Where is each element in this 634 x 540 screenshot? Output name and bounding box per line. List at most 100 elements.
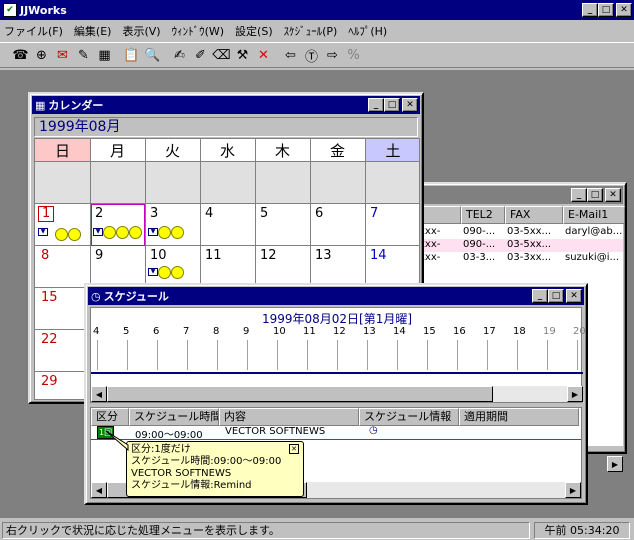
day-cell-8[interactable]: 8 [41,248,49,263]
scroll-thumb[interactable] [107,386,493,402]
calendar-titlebar: ▦ カレンダー _ □ ✕ [32,96,420,114]
hour-label: 20 [573,326,586,337]
phone-icon[interactable]: ☎ [10,45,31,65]
day-cell-1[interactable]: 1 [38,206,55,222]
menu-bar: ファイル(F) 編集(E) 表示(V) ｳｨﾝﾄﾞｳ(W) 設定(S) ｽｹｼﾞ… [0,22,634,40]
day-cell-22[interactable]: 22 [41,332,58,347]
column-header[interactable] [419,206,461,224]
note-icon[interactable]: ✍ [169,45,190,65]
hour-label: 5 [123,326,130,337]
column-header-tel2[interactable]: TEL2 [461,206,505,224]
scroll-right-button[interactable]: ▶ [565,482,581,498]
status-clock: 午前 05:34:20 [534,522,630,539]
table-row[interactable]: xxx- 090-... 03-5xx... [419,239,623,252]
day-cell-4[interactable]: 4 [205,206,213,221]
holiday-icon [171,225,184,239]
app-title: JJWorks [20,3,67,17]
scroll-left-button[interactable]: ◀ [91,386,107,402]
day-cell-9[interactable]: 9 [95,248,103,263]
back-arrow-icon[interactable]: ⇦ [280,45,301,65]
search-icon[interactable]: 🔍 [142,45,163,65]
clipboard-icon[interactable]: 📋 [121,45,142,65]
today-icon[interactable]: Ⓣ [301,45,322,65]
close-button[interactable]: ✕ [605,188,621,202]
scroll-right-button[interactable]: ▶ [567,386,583,402]
hour-gridline [367,340,368,370]
edit-icon[interactable]: ✐ [190,45,211,65]
day-cell-14[interactable]: 14 [370,248,387,263]
hour-label: 18 [513,326,526,337]
day-cell-5[interactable]: 5 [260,206,268,221]
day-cell-29[interactable]: 29 [41,374,58,389]
tooltip-close-icon[interactable]: ✕ [289,444,299,454]
minimize-button[interactable]: _ [368,98,384,112]
hour-gridline [127,340,128,370]
table-row[interactable]: xxx- 090-... 03-5xx... daryl@ab... [419,226,623,239]
minimize-button[interactable]: _ [532,289,548,303]
maximize-button[interactable]: □ [548,289,564,303]
day-cell-12[interactable]: 12 [260,248,277,263]
day-cell-7[interactable]: 7 [370,206,378,221]
column-header-content[interactable]: 内容 [219,408,359,426]
delete-icon[interactable]: ✕ [253,45,274,65]
calendar-title: カレンダー [48,99,104,112]
day-cell-13[interactable]: 13 [315,248,332,263]
day-cell-11[interactable]: 11 [205,248,222,263]
schedule-titlebar: ◷ スケジュール _ □ ✕ [88,287,584,305]
schedule-date-heading: 1999年08月02日[第1月曜] [261,312,413,326]
pen-icon[interactable]: ✎ [73,45,94,65]
day-cell-6[interactable]: 6 [315,206,323,221]
column-header-time[interactable]: スケジュール時間 [129,408,219,426]
erase-icon[interactable]: ⌫ [211,45,232,65]
timeline-scrollbar[interactable]: ◀ ▶ [91,386,583,402]
calendar-icon[interactable]: ▦ [94,45,115,65]
column-header-kubun[interactable]: 区分 [91,408,129,426]
day-cell-3[interactable]: 3 [150,206,158,221]
clock-icon: ◷ [91,289,101,303]
toolbar: ☎ ⊕ ✉ ✎ ▦ 📋 🔍 ✍ ✐ ⌫ ⚒ ✕ ⇦ Ⓣ ⇨ % [0,42,634,68]
menu-help[interactable]: ﾍﾙﾌﾟ(H) [348,23,387,39]
menu-settings[interactable]: 設定(S) [235,23,273,39]
column-header-fax[interactable]: FAX [505,206,563,224]
day-cell-15[interactable]: 15 [41,290,58,305]
mail-icon[interactable]: ✉ [52,45,73,65]
forward-arrow-icon[interactable]: ⇨ [322,45,343,65]
hour-gridline [277,340,278,370]
close-button[interactable]: ✕ [402,98,418,112]
hour-label: 8 [213,326,220,337]
timeline-hours[interactable]: 4 5 6 7 8 9 10 11 12 13 14 15 16 17 18 19 20 [91,326,586,378]
menu-schedule[interactable]: ｽｹｼﾞｭｰﾙ(P) [284,23,338,39]
column-header-period[interactable]: 適用期間 [459,408,579,426]
table-row[interactable]: 1回 09:00～09:00 VECTOR SOFTNEWS ◷ [91,425,581,441]
close-button[interactable]: ✕ [616,3,632,17]
maximize-button[interactable]: □ [384,98,400,112]
percent-icon[interactable]: % [343,45,364,65]
tool-icon[interactable]: ⚒ [232,45,253,65]
hour-label: 17 [483,326,496,337]
maximize-button[interactable]: □ [598,3,614,17]
column-header-info[interactable]: スケジュール情報 [359,408,459,426]
menu-window[interactable]: ｳｨﾝﾄﾞｳ(W) [172,23,224,39]
status-bar: 右クリックで状況に応じた処理メニューを表示します。 午前 05:34:20 [0,520,634,540]
holiday-icon [55,227,68,241]
hour-label: 12 [333,326,346,337]
scroll-left-button[interactable]: ◀ [91,482,107,498]
menu-file[interactable]: ファイル(F) [4,23,63,39]
hour-gridline [397,340,398,370]
column-header-email[interactable]: E-Mail1 [563,206,625,224]
minimize-button[interactable]: _ [582,3,598,17]
hour-gridline [547,340,548,370]
day-cell-10[interactable]: 10 [150,248,167,263]
close-button[interactable]: ✕ [566,289,582,303]
maximize-button[interactable]: □ [587,188,603,202]
hour-gridline [157,340,158,370]
tooltip-line: 区分:1度だけ [131,444,191,455]
hour-gridline [307,340,308,370]
menu-edit[interactable]: 編集(E) [74,23,112,39]
network-icon[interactable]: ⊕ [31,45,52,65]
scroll-right-button[interactable]: ▶ [607,456,623,472]
minimize-button[interactable]: _ [571,188,587,202]
schedule-title: スケジュール [103,290,169,303]
menu-view[interactable]: 表示(V) [122,23,160,39]
table-row[interactable]: xxx- 03-3... 03-3xx... suzuki@i... [419,252,623,265]
